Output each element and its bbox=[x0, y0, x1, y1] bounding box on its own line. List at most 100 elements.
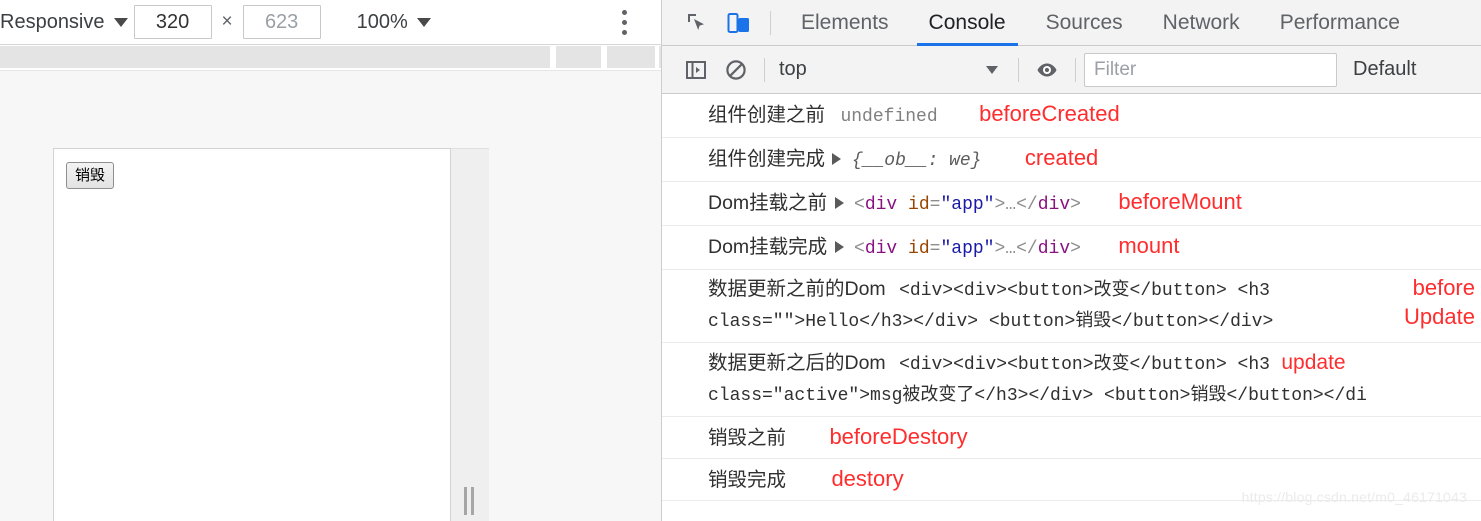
tab-label: Sources bbox=[1045, 10, 1123, 34]
console-filter-toolbar: top Filter Default bbox=[662, 46, 1481, 94]
message-label: 数据更新之前的Dom bbox=[708, 278, 886, 300]
inspect-element-button[interactable] bbox=[676, 0, 718, 46]
chevron-down-icon bbox=[986, 65, 998, 74]
message-label: 数据更新之后的Dom bbox=[708, 352, 886, 374]
annotation-text: update bbox=[1281, 351, 1346, 374]
clear-console-button[interactable] bbox=[716, 46, 756, 94]
annotation-text: before bbox=[1412, 275, 1475, 300]
device-preset-dropdown[interactable]: Responsive bbox=[0, 11, 134, 34]
dom-punctuation: = bbox=[929, 239, 941, 259]
dom-tag-name: div bbox=[1037, 239, 1071, 259]
inspect-element-icon bbox=[688, 13, 704, 30]
devtools-tabbar: Elements Console Sources Network Perform… bbox=[662, 0, 1481, 46]
ruler-segment bbox=[659, 46, 661, 68]
device-emulation-toolbar: Responsive 320 × 623 100% bbox=[0, 0, 661, 45]
console-sidebar-icon bbox=[686, 60, 706, 79]
emulated-viewport-canvas: 销毁 bbox=[0, 71, 661, 521]
viewport-height-input[interactable]: 623 bbox=[242, 5, 321, 39]
console-log-levels-dropdown[interactable]: Default bbox=[1353, 58, 1416, 81]
message-value: undefined bbox=[840, 107, 938, 127]
message-html-string-part1: <div><div><button>改变</button> <h3 bbox=[899, 355, 1270, 375]
tab-label: Elements bbox=[801, 10, 889, 34]
console-message-list[interactable]: 组件创建之前 undefined beforeCreated 组件创建完成 {_… bbox=[662, 94, 1481, 521]
device-preset-label: Responsive bbox=[0, 10, 105, 33]
viewport-ruler[interactable] bbox=[0, 45, 661, 71]
console-message-row[interactable]: 组件创建之前 undefined beforeCreated bbox=[662, 94, 1481, 138]
annotation-text: beforeDestory bbox=[829, 424, 968, 449]
resize-grip-bar bbox=[464, 487, 467, 515]
devtools-panel: Elements Console Sources Network Perform… bbox=[662, 0, 1481, 521]
device-more-options-button[interactable] bbox=[607, 3, 641, 41]
dom-ellipsis: … bbox=[1005, 195, 1017, 215]
message-label: 销毁之前 bbox=[708, 427, 787, 449]
kebab-dot bbox=[621, 19, 627, 25]
tab-network[interactable]: Network bbox=[1143, 0, 1260, 46]
annotation-text: created bbox=[1024, 145, 1099, 170]
expand-triangle-icon[interactable] bbox=[832, 153, 842, 166]
dimension-separator-label: × bbox=[221, 11, 233, 32]
device-toolbar-icon bbox=[727, 12, 749, 33]
console-prompt-row[interactable]: › bbox=[662, 501, 1481, 521]
object-preview[interactable]: {__ob__: we} bbox=[852, 151, 982, 171]
console-sidebar-toggle-button[interactable] bbox=[676, 46, 716, 94]
message-html-string-part2: class="active">msg被改变了</h3></div> <butto… bbox=[708, 386, 1367, 406]
chevron-down-icon bbox=[416, 17, 431, 27]
console-message-row[interactable]: 销毁之前 beforeDestory bbox=[662, 417, 1481, 459]
tab-label: Network bbox=[1162, 10, 1240, 34]
zoom-level-label: 100% bbox=[356, 10, 408, 33]
tab-console[interactable]: Console bbox=[909, 0, 1026, 46]
devtools-window: Responsive 320 × 623 100% 销毁 Elements Co… bbox=[0, 0, 1481, 521]
dom-punctuation: > bbox=[994, 239, 1006, 259]
console-filter-input[interactable]: Filter bbox=[1084, 52, 1337, 87]
tab-performance[interactable]: Performance bbox=[1260, 0, 1420, 46]
toolbar-divider bbox=[1018, 57, 1019, 82]
console-message-row[interactable]: 数据更新之后的Dom <div><div><button>改变</button>… bbox=[662, 343, 1481, 417]
dom-tag-name: div bbox=[1037, 195, 1071, 215]
viewport-width-input[interactable]: 320 bbox=[133, 5, 212, 39]
tab-elements[interactable]: Elements bbox=[781, 0, 909, 46]
chevron-down-icon bbox=[113, 17, 128, 27]
console-message-row[interactable]: Dom挂载完成 <div id="app">…</div> mount bbox=[662, 226, 1481, 270]
toolbar-divider bbox=[770, 10, 771, 35]
console-message-row[interactable]: 销毁完成 destory bbox=[662, 459, 1481, 501]
emulated-page-frame: 销毁 bbox=[53, 148, 451, 521]
dom-punctuation: = bbox=[929, 195, 941, 215]
expand-triangle-icon[interactable] bbox=[834, 197, 844, 210]
dom-punctuation: > bbox=[1070, 239, 1081, 259]
tab-sources[interactable]: Sources bbox=[1026, 0, 1143, 46]
zoom-dropdown[interactable]: 100% bbox=[353, 11, 435, 34]
execution-context-dropdown[interactable]: top bbox=[773, 58, 1010, 81]
device-emulation-pane: Responsive 320 × 623 100% 销毁 bbox=[0, 0, 662, 521]
annotation-text: Update bbox=[1404, 304, 1475, 329]
eye-icon bbox=[1037, 63, 1057, 76]
toolbar-divider bbox=[1075, 57, 1076, 82]
destroy-button[interactable]: 销毁 bbox=[66, 162, 115, 190]
console-message-row[interactable]: 组件创建完成 {__ob__: we} created bbox=[662, 138, 1481, 182]
ruler-segment bbox=[556, 46, 601, 68]
toolbar-divider bbox=[764, 57, 765, 82]
dom-punctuation: > bbox=[1070, 195, 1081, 215]
console-message-row[interactable]: 数据更新之前的Dom <div><div><button>改变</button>… bbox=[662, 270, 1481, 343]
dom-attribute-value: "app" bbox=[940, 239, 995, 259]
annotation-text: mount bbox=[1118, 233, 1180, 258]
message-label: 销毁完成 bbox=[708, 469, 787, 491]
ruler-segment bbox=[607, 46, 655, 68]
execution-context-label: top bbox=[779, 58, 807, 80]
dom-node-preview[interactable]: <div id="app">…</div> bbox=[854, 239, 1081, 259]
clear-console-icon bbox=[726, 59, 746, 80]
ruler-segment bbox=[0, 46, 550, 68]
viewport-resize-handle[interactable] bbox=[464, 487, 477, 515]
live-expression-button[interactable] bbox=[1027, 46, 1067, 94]
dom-punctuation: < bbox=[854, 239, 865, 259]
kebab-dot bbox=[621, 9, 627, 15]
dom-tag-name: div bbox=[864, 195, 898, 215]
tab-label: Console bbox=[928, 10, 1006, 34]
dom-attribute-value: "app" bbox=[940, 195, 995, 215]
tab-label: Performance bbox=[1279, 10, 1400, 34]
annotation-text: beforeCreated bbox=[979, 101, 1120, 126]
toggle-device-toolbar-button[interactable] bbox=[718, 0, 760, 46]
console-message-row[interactable]: Dom挂载之前 <div id="app">…</div> beforeMoun… bbox=[662, 182, 1481, 226]
expand-triangle-icon[interactable] bbox=[834, 241, 844, 254]
dom-node-preview[interactable]: <div id="app">…</div> bbox=[854, 195, 1081, 215]
dom-punctuation: </ bbox=[1016, 195, 1038, 215]
